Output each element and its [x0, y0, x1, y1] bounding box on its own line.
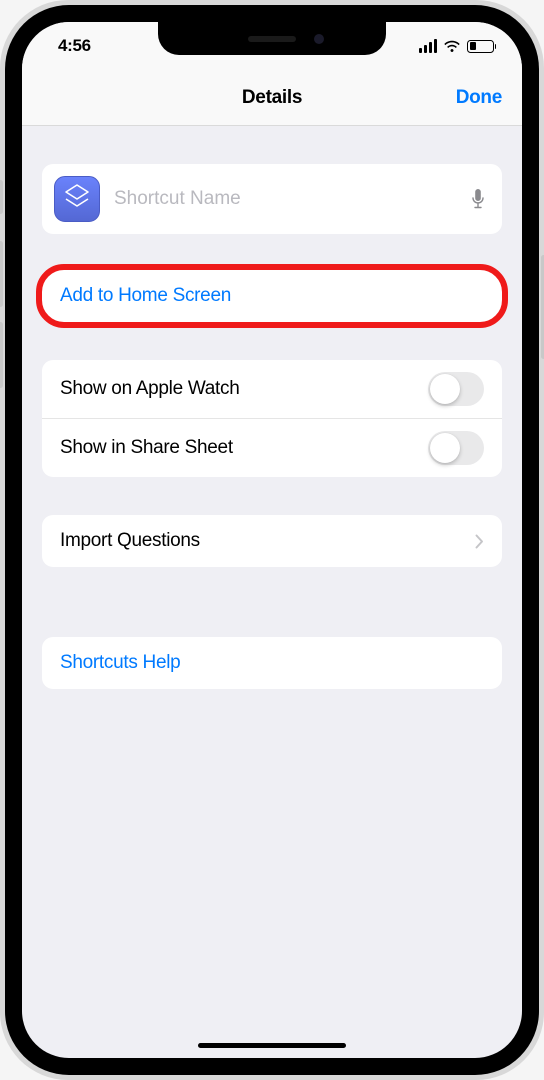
- phone-frame: 4:56: [0, 0, 544, 1080]
- status-time: 4:56: [58, 36, 91, 56]
- shortcut-name-cell: [42, 164, 502, 234]
- shortcuts-help-button[interactable]: Shortcuts Help: [42, 637, 502, 689]
- apple-watch-label: Show on Apple Watch: [60, 378, 240, 400]
- silence-switch: [0, 180, 3, 214]
- import-questions-label: Import Questions: [60, 530, 200, 552]
- volume-down-button: [0, 322, 3, 388]
- done-button[interactable]: Done: [456, 87, 502, 109]
- add-to-home-screen-button[interactable]: Add to Home Screen: [42, 270, 502, 322]
- share-sheet-toggle-row: Show in Share Sheet: [42, 418, 502, 477]
- shortcut-app-icon[interactable]: [54, 176, 100, 222]
- share-sheet-toggle[interactable]: [428, 431, 484, 465]
- dictation-icon[interactable]: [470, 188, 486, 210]
- page-title: Details: [242, 87, 302, 109]
- apple-watch-toggle-row: Show on Apple Watch: [42, 360, 502, 418]
- apple-watch-toggle[interactable]: [428, 372, 484, 406]
- notch: [158, 22, 386, 55]
- content-area: Add to Home Screen Show on Apple Watch: [22, 126, 522, 1058]
- nav-bar: Details Done: [22, 70, 522, 126]
- chevron-right-icon: [475, 534, 484, 549]
- home-indicator[interactable]: [198, 1043, 346, 1048]
- cellular-signal-icon: [419, 39, 438, 53]
- wifi-icon: [443, 39, 461, 53]
- volume-up-button: [0, 241, 3, 307]
- share-sheet-label: Show in Share Sheet: [60, 437, 233, 459]
- shortcut-name-input[interactable]: [114, 188, 456, 210]
- import-questions-button[interactable]: Import Questions: [42, 515, 502, 567]
- battery-icon: [467, 40, 494, 53]
